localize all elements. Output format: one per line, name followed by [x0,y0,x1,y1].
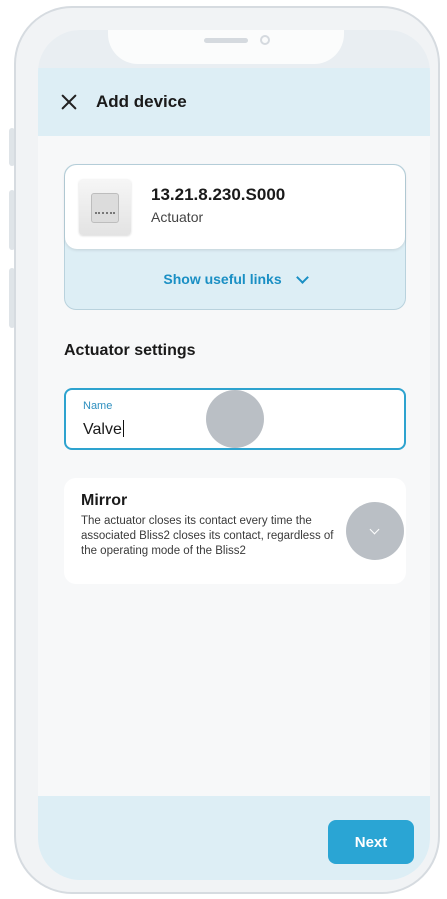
name-field-label: Name [83,400,113,412]
touch-indicator [206,390,264,448]
name-field[interactable]: Name Valve [64,388,406,450]
name-input[interactable]: Valve [83,420,124,439]
name-input-value: Valve [83,421,122,438]
chevron-down-icon [369,524,380,535]
section-title: Actuator settings [64,342,196,359]
mirror-title: Mirror [81,492,128,509]
show-useful-links-button[interactable]: Show useful links [65,249,405,309]
camera [260,35,270,45]
status-bar [38,30,430,68]
show-useful-links-label: Show useful links [163,271,282,287]
device-card: 13.21.8.230.S000 Actuator Show useful li… [64,164,406,310]
phone-screen: Add device 13.21.8.230.S000 Actuator Sho… [38,30,430,880]
text-cursor [122,420,124,437]
device-code: 13.21.8.230.S000 [151,185,286,204]
phone-notch [108,30,344,64]
chevron-down-icon [295,270,309,284]
mirror-card: Mirror The actuator closes its contact e… [64,478,406,584]
device-summary: 13.21.8.230.S000 Actuator [65,165,405,249]
next-button[interactable]: Next [328,820,414,864]
device-type: Actuator [151,209,204,225]
speaker [204,38,248,43]
header: Add device [38,68,430,136]
page-title: Add device [96,92,187,111]
close-icon[interactable] [58,91,80,113]
footer: Next [38,796,430,880]
mirror-expand-button[interactable] [346,502,404,560]
mirror-description: The actuator closes its contact every ti… [81,515,334,557]
device-image [79,179,131,235]
